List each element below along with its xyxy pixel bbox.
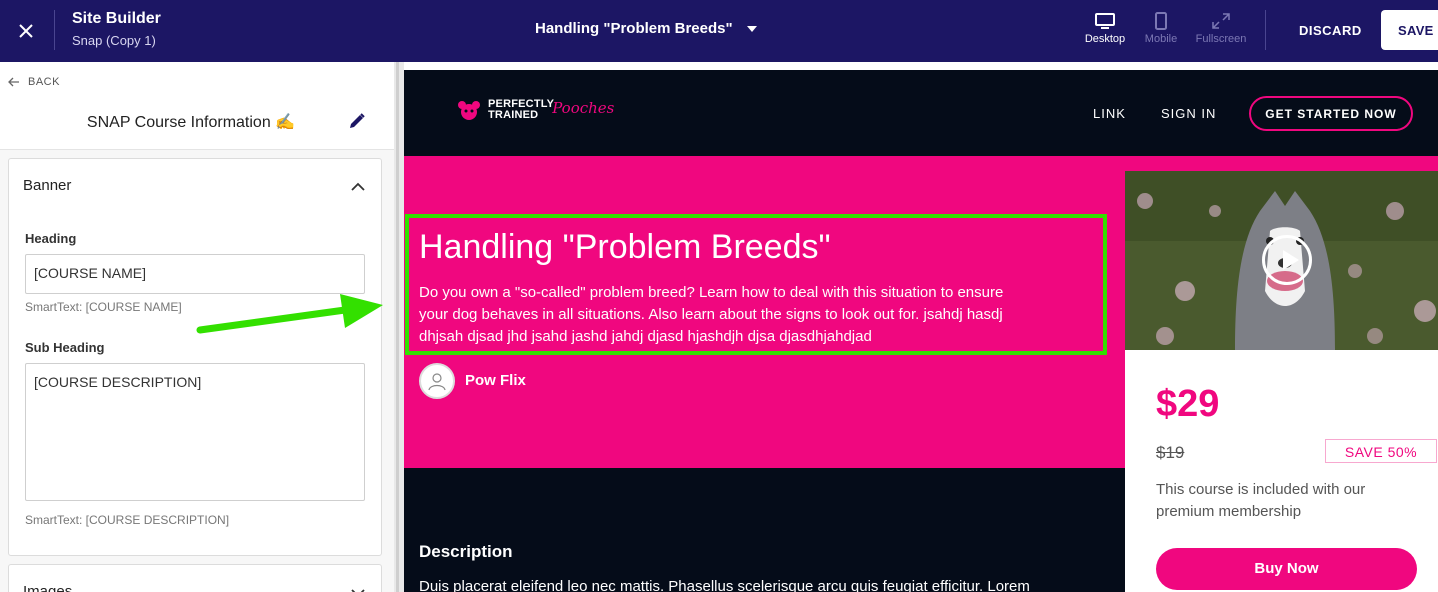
description-body: Duis placerat eleifend leo nec mattis. P… [419, 578, 1030, 592]
top-bar: Site Builder Snap (Copy 1) Handling "Pro… [0, 0, 1438, 62]
panel-resize-handle[interactable] [394, 62, 404, 592]
hero-subheading: Do you own a "so-called" problem breed? … [419, 284, 1004, 345]
page-selector-label: Handling "Problem Breeds" [535, 20, 733, 37]
buy-now-button[interactable]: Buy Now [1156, 548, 1417, 590]
user-icon [428, 373, 446, 391]
fullscreen-view-button[interactable]: Fullscreen [1191, 12, 1251, 45]
page-selector[interactable]: Handling "Problem Breeds" [535, 20, 757, 37]
author-avatar [419, 363, 455, 399]
original-price: $19 [1156, 443, 1185, 462]
nav-link[interactable]: LINK [1093, 106, 1126, 121]
desktop-view-label: Desktop [1084, 33, 1126, 45]
subheading-textarea[interactable]: [COURSE DESCRIPTION] [25, 363, 365, 501]
collapse-banner-button[interactable] [351, 179, 365, 197]
logo-script-text: Pooches [552, 99, 615, 117]
author-name: Pow Flix [465, 372, 526, 389]
chevron-up-icon [351, 182, 365, 191]
mobile-view-label: Mobile [1144, 33, 1178, 45]
annotation-arrow [196, 294, 383, 334]
discard-button[interactable]: DISCARD [1299, 23, 1362, 38]
mobile-view-button[interactable]: Mobile [1131, 12, 1191, 45]
heading-label: Heading [25, 231, 77, 246]
site-name: Snap (Copy 1) [72, 33, 156, 48]
section-title: SNAP Course Information ✍ [86, 114, 296, 131]
subheading-label: Sub Heading [25, 340, 105, 355]
pricing-card: $29 $19 SAVE 50% This course is included… [1125, 171, 1438, 592]
hero-heading: Handling "Problem Breeds" [419, 228, 831, 266]
desktop-view-button[interactable]: Desktop [1075, 12, 1135, 45]
images-card[interactable]: Images [8, 564, 382, 592]
description-heading: Description [419, 542, 513, 561]
close-button[interactable] [14, 19, 38, 43]
pencil-icon [350, 113, 365, 128]
discount-badge: SAVE 50% [1325, 439, 1437, 463]
price: $29 [1156, 383, 1220, 425]
site-logo[interactable]: PERFECTLY TRAINED Pooches [456, 98, 614, 122]
edit-section-button[interactable] [348, 112, 366, 135]
play-button[interactable] [1262, 235, 1312, 285]
subheading-smarttext: SmartText: [COURSE DESCRIPTION] [25, 513, 230, 527]
desktop-icon [1095, 13, 1115, 29]
logo-text-line2: TRAINED [488, 109, 539, 121]
close-icon [19, 24, 33, 38]
mobile-icon [1155, 12, 1167, 30]
chevron-down-icon [351, 589, 365, 592]
hero-banner[interactable]: Handling "Problem Breeds" Do you own a "… [404, 156, 1126, 468]
banner-card: Banner Heading [COURSE NAME] SmartText: … [8, 158, 382, 556]
images-card-title: Images [23, 583, 73, 592]
nav-sign-in[interactable]: SIGN IN [1161, 106, 1216, 121]
fullscreen-view-label: Fullscreen [1195, 33, 1247, 45]
fullscreen-icon [1212, 13, 1230, 29]
top-bar-divider [54, 10, 55, 50]
resize-grip [396, 62, 399, 592]
save-button[interactable]: SAVE [1381, 10, 1438, 50]
caret-down-icon [746, 25, 757, 32]
heading-smarttext: SmartText: [COURSE NAME] [25, 300, 182, 314]
get-started-button[interactable]: GET STARTED NOW [1249, 96, 1413, 131]
back-label: BACK [28, 76, 60, 88]
arrow-left-icon [8, 77, 19, 87]
app-title: Site Builder [72, 10, 161, 27]
preview-gap [404, 62, 1438, 70]
banner-card-title: Banner [23, 177, 72, 194]
course-video-thumbnail[interactable] [1125, 171, 1438, 350]
back-link[interactable]: BACK [8, 76, 60, 88]
expand-images-button[interactable] [351, 585, 365, 592]
top-bar-divider [1265, 10, 1266, 50]
page-preview: PERFECTLY TRAINED Pooches LINK SIGN IN G… [404, 70, 1438, 592]
paw-logo-icon [458, 101, 480, 120]
membership-note: This course is included with our premium… [1156, 481, 1366, 520]
